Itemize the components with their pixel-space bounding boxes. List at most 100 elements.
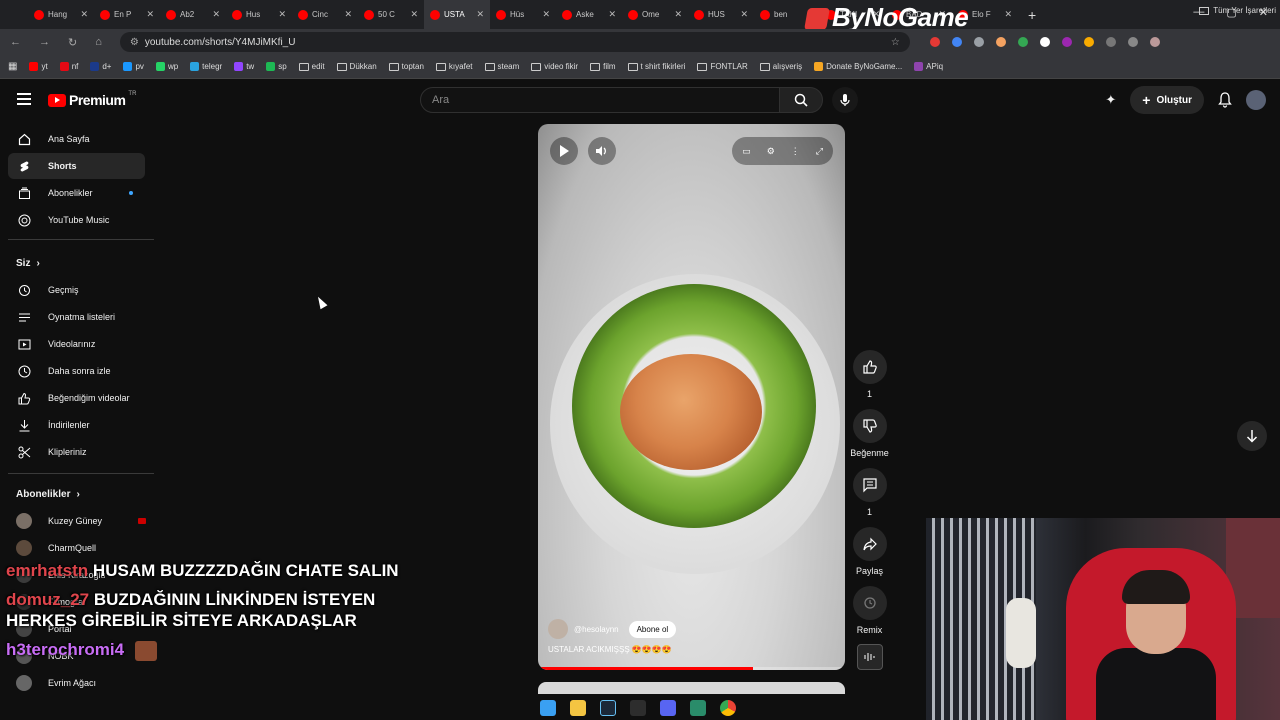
youtube-premium-logo[interactable]: Premium TR (48, 91, 136, 108)
sidebar-item[interactable]: Daha sonra izle (8, 358, 145, 384)
close-tab-icon[interactable]: ✕ (674, 9, 682, 20)
bookmark-item[interactable]: d+ (90, 62, 111, 71)
close-tab-icon[interactable]: ✕ (344, 9, 352, 20)
like-button[interactable] (852, 350, 887, 384)
forward-icon[interactable]: → (39, 36, 50, 49)
channel-handle[interactable]: @hesolaynn (574, 625, 619, 634)
subscriptions-section-heading[interactable]: Abonelikler › (16, 489, 80, 500)
bookmark-item[interactable]: edit (298, 62, 325, 71)
back-icon[interactable]: ← (10, 36, 21, 49)
app-icon[interactable] (690, 700, 706, 716)
file-explorer-icon[interactable] (570, 700, 586, 716)
extension-icon[interactable] (1105, 37, 1116, 47)
extension-icon[interactable] (1083, 37, 1094, 47)
windows-start-icon[interactable] (540, 700, 556, 716)
short-video-player[interactable]: ▭ ⚙ ⋮ ⤢ @hesolaynn Abone ol USTALAR ACIK… (538, 124, 845, 670)
all-bookmarks[interactable]: Tüm Yer İşaretleri (1199, 6, 1276, 15)
bookmark-item[interactable]: Dükkan (336, 62, 377, 71)
bookmark-item[interactable]: t shirt fikirleri (627, 62, 685, 71)
bookmark-item[interactable]: nf (59, 62, 78, 71)
profile-avatar-icon[interactable] (1149, 37, 1160, 47)
subscription-item[interactable]: CharmQuell (16, 536, 146, 560)
extension-icon[interactable] (951, 37, 962, 47)
search-input[interactable]: Ara (420, 87, 780, 113)
more-options-icon[interactable]: ⋮ (791, 146, 800, 157)
bookmark-item[interactable]: kıyafet (435, 62, 473, 71)
sidebar-item[interactable]: Abonelikler (8, 180, 145, 206)
sidebar-item[interactable]: Ana Sayfa (8, 126, 145, 152)
bookmark-item[interactable]: telegr (190, 62, 222, 71)
next-short-button[interactable] (1237, 421, 1267, 451)
close-tab-icon[interactable]: ✕ (212, 9, 220, 20)
settings-gear-icon[interactable]: ⚙ (767, 146, 775, 157)
browser-tab[interactable]: Ome ✕ (622, 0, 688, 29)
subscription-item[interactable]: Evrim Ağacı (16, 671, 146, 695)
extensions-puzzle-icon[interactable] (1127, 37, 1138, 47)
extension-icon[interactable] (1017, 37, 1028, 47)
reload-icon[interactable]: ↻ (68, 36, 77, 49)
browser-tab[interactable]: Hus ✕ (226, 0, 292, 29)
remix-button[interactable] (852, 586, 887, 620)
close-tab-icon[interactable]: ✕ (740, 9, 748, 20)
you-section-heading[interactable]: Siz › (16, 258, 40, 269)
search-button[interactable] (779, 87, 823, 113)
notifications-bell-icon[interactable] (1218, 92, 1232, 108)
close-tab-icon[interactable]: ✕ (278, 9, 286, 20)
bookmark-item[interactable]: steam (484, 62, 519, 71)
extension-icon[interactable] (1061, 37, 1072, 47)
home-browser-icon[interactable]: ⌂ (95, 36, 102, 49)
close-tab-icon[interactable]: ✕ (410, 9, 418, 20)
bookmark-item[interactable]: yt (29, 62, 48, 71)
play-button[interactable] (550, 137, 578, 165)
terminal-icon[interactable] (630, 700, 646, 716)
create-button[interactable]: + Oluştur (1130, 86, 1204, 114)
browser-tab[interactable]: USTA ✕ (424, 0, 490, 29)
url-bar[interactable]: ⚙ youtube.com/shorts/Y4MJiMKfi_U ☆ (119, 32, 910, 52)
sidebar-item[interactable]: Geçmiş (8, 277, 145, 303)
bookmark-item[interactable]: video fikir (531, 62, 578, 71)
chrome-icon[interactable] (720, 700, 736, 716)
browser-tab[interactable]: Aske ✕ (556, 0, 622, 29)
sidebar-item[interactable]: Klipleriniz (8, 439, 145, 465)
subscription-item[interactable]: Kuzey Güney (16, 509, 146, 533)
new-tab-button[interactable]: + (1028, 7, 1036, 23)
bookmark-item[interactable]: pv (123, 62, 144, 71)
menu-icon[interactable] (17, 93, 31, 105)
close-tab-icon[interactable]: ✕ (1004, 9, 1012, 20)
next-short-preview[interactable] (538, 682, 845, 694)
bookmark-item[interactable]: Donate ByNoGame... (814, 62, 902, 71)
close-tab-icon[interactable]: ✕ (476, 9, 484, 20)
comments-button[interactable] (852, 468, 887, 502)
channel-avatar[interactable] (548, 619, 568, 639)
bookmark-item[interactable]: APiq (914, 62, 943, 71)
dislike-button[interactable] (852, 409, 887, 443)
video-progress-bar[interactable] (538, 667, 845, 670)
browser-tab[interactable]: Hüs ✕ (490, 0, 556, 29)
discord-icon[interactable] (660, 700, 676, 716)
sidebar-item[interactable]: Beğendiğim videolar (8, 385, 145, 411)
voice-search-button[interactable] (832, 87, 858, 113)
browser-tab[interactable]: Hang ✕ (28, 0, 94, 29)
extension-icon[interactable] (1039, 37, 1050, 47)
browser-tab[interactable]: Cinc ✕ (292, 0, 358, 29)
captions-icon[interactable]: ▭ (742, 146, 751, 157)
browser-tab[interactable]: Ab2 ✕ (160, 0, 226, 29)
subscribe-button[interactable]: Abone ol (628, 620, 677, 638)
sidebar-item[interactable]: Oynatma listeleri (8, 304, 145, 330)
site-info-icon[interactable]: ⚙ (130, 37, 139, 48)
sidebar-item[interactable]: Videolarınız (8, 331, 145, 357)
apps-grid-icon[interactable]: ▦ (8, 61, 17, 72)
account-avatar[interactable] (1246, 90, 1266, 110)
bookmark-star-icon[interactable]: ☆ (891, 37, 900, 48)
bookmark-item[interactable]: FONTLAR (697, 62, 748, 71)
bookmark-item[interactable]: sp (266, 62, 287, 71)
steam-icon[interactable] (600, 700, 616, 716)
close-tab-icon[interactable]: ✕ (146, 9, 154, 20)
bookmark-item[interactable]: film (590, 62, 616, 71)
extension-icon[interactable] (973, 37, 984, 47)
bookmark-item[interactable]: toptan (388, 62, 424, 71)
extension-sparkle-icon[interactable]: ✦ (1105, 92, 1116, 108)
sidebar-item[interactable]: Shorts (8, 153, 145, 179)
close-tab-icon[interactable]: ✕ (80, 9, 88, 20)
close-tab-icon[interactable]: ✕ (542, 9, 550, 20)
